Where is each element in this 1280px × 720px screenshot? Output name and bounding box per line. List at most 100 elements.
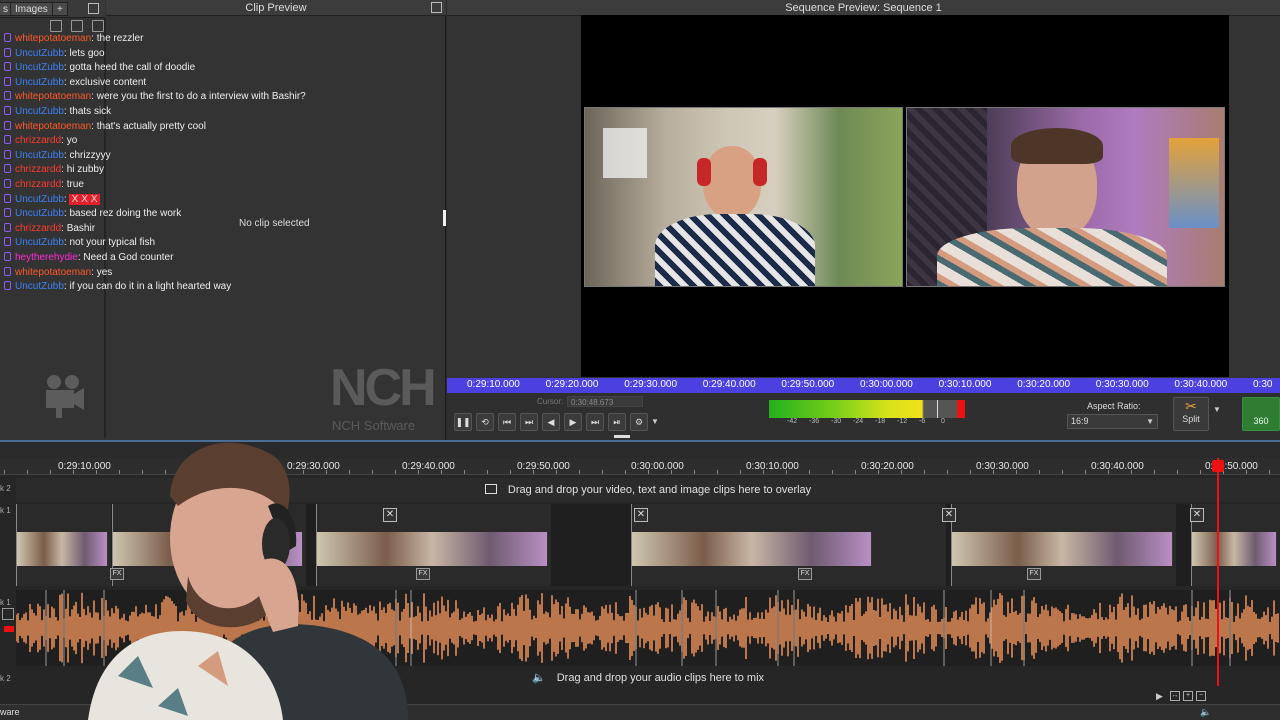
split-button[interactable]: ✂ Split [1173, 397, 1209, 431]
chat-username: UncutZubb [15, 149, 64, 161]
video-feed-right [906, 107, 1225, 287]
volume-icon[interactable]: 🔈 [1200, 707, 1211, 718]
skip-start-button[interactable]: ⏮ [498, 413, 516, 431]
chat-message: gotta heed the call of doodie [69, 62, 196, 74]
ruler-handle[interactable] [614, 435, 630, 438]
ruler-time-label: 0:30:20.000 [1017, 379, 1071, 390]
video-clip[interactable] [951, 504, 1176, 586]
fx-icon[interactable]: FX [798, 568, 812, 580]
chat-message: Need a God counter [83, 251, 174, 263]
chat-message: Bashir [66, 222, 96, 234]
meter-tick-label: 0 [941, 418, 945, 425]
video-clip[interactable] [1191, 504, 1280, 586]
ruler-time-label: 0:30:40.000 [1174, 379, 1228, 390]
loop-button[interactable]: ⟲ [476, 413, 494, 431]
ruler-tick [947, 470, 948, 474]
sequence-ruler[interactable]: 0:29:10.000 0:29:20.000 0:29:30.000 0:29:40… [447, 378, 1280, 393]
chat-username: UncutZubb [15, 193, 64, 205]
prev-frame-button[interactable]: ◀ [542, 413, 560, 431]
fit-icon[interactable]: ↔ [1170, 691, 1180, 701]
subscriber-badge-icon [4, 222, 11, 232]
video-360-button[interactable]: 360 [1242, 397, 1280, 431]
subscriber-badge-icon [4, 76, 11, 86]
play-button[interactable]: ▶ [564, 413, 582, 431]
ruler-tick [602, 470, 603, 474]
video-preview[interactable] [581, 15, 1229, 377]
cursor-time-field[interactable]: 0:30:48.673 [567, 396, 643, 407]
chat-message: based rez doing the work [69, 208, 182, 220]
timeline-time-label: 0:30:00.000 [631, 461, 684, 472]
meter-tick-label: -24 [853, 418, 864, 425]
ruler-tick [717, 470, 718, 474]
transition-icon[interactable]: ✕ [942, 508, 956, 522]
ruler-tick [464, 470, 465, 474]
speed-button[interactable]: ⚙ [630, 413, 648, 431]
scroll-right-icon[interactable]: ▶ [1156, 691, 1163, 702]
fx-icon[interactable]: FX [416, 568, 430, 580]
tab-images[interactable]: Images [10, 2, 53, 16]
person-left-head [703, 146, 761, 218]
ruler-tick [1085, 470, 1086, 474]
list-view-icon[interactable] [92, 20, 105, 32]
chat-username: UncutZubb [15, 105, 64, 117]
next-frame-button[interactable]: ⏯ [608, 413, 626, 431]
track-label: k 2 [0, 484, 11, 493]
chat-message: yes [96, 266, 113, 278]
ruler-tick [4, 470, 5, 474]
chat-line: whitepotatoeman: that's actually pretty … [4, 120, 444, 135]
ruler-tick [1246, 470, 1247, 474]
chat-username: UncutZubb [15, 237, 64, 249]
step-back-button[interactable]: ⏭ [520, 413, 538, 431]
skip-end-button[interactable]: ⏭ [586, 413, 604, 431]
split-label: Split [1182, 414, 1200, 424]
chat-line: UncutZubb: not your typical fish [4, 236, 444, 251]
ruler-tick [924, 470, 925, 474]
ruler-tick [27, 470, 28, 474]
pin-icon[interactable] [88, 3, 99, 14]
zoom-in-icon[interactable]: + [1183, 691, 1193, 701]
folder-icon[interactable] [71, 20, 84, 32]
timeline-time-label: 0:30:40.000 [1091, 461, 1144, 472]
ruler-tick [901, 470, 902, 474]
transition-icon[interactable]: ✕ [634, 508, 648, 522]
chat-message: were you the first to do a interview wit… [96, 91, 306, 103]
no-clip-message: No clip selected [239, 218, 310, 229]
clip-preview-label: Clip Preview [245, 2, 307, 14]
streamer-figure [88, 442, 408, 720]
meter-marker [937, 400, 938, 418]
ruler-tick [533, 470, 534, 474]
subscriber-badge-icon [4, 135, 11, 145]
nch-logo: NCH NCH Software [330, 360, 438, 436]
zoom-out-icon[interactable]: − [1196, 691, 1206, 701]
playhead[interactable] [1217, 458, 1219, 686]
speed-dropdown-icon[interactable]: ▼ [651, 417, 659, 426]
ruler-tick [832, 470, 833, 474]
pause-button[interactable]: ❚❚ [454, 413, 472, 431]
track-checkbox[interactable] [2, 608, 14, 620]
ruler-tick [1016, 470, 1017, 474]
track-label: k 1 [0, 506, 11, 515]
ruler-tick [579, 470, 580, 474]
meter-tick-label: -6 [919, 418, 926, 425]
split-dropdown-icon[interactable]: ▼ [1211, 405, 1223, 425]
ruler-tick [809, 470, 810, 474]
timeline-time-label: 0:30:10.000 [746, 461, 799, 472]
streamer-webcam [78, 426, 408, 720]
playhead-handle[interactable] [1212, 460, 1224, 472]
video-clip[interactable] [631, 504, 946, 586]
delete-icon[interactable] [50, 20, 62, 32]
status-text: ware [0, 707, 20, 717]
undock-icon[interactable] [431, 2, 442, 13]
fx-icon[interactable]: FX [1027, 568, 1041, 580]
ruler-tick [878, 470, 879, 474]
track-label: k 1 [0, 598, 11, 607]
timeline-time-label: 0:30:20.000 [861, 461, 914, 472]
transition-icon[interactable]: ✕ [1190, 508, 1204, 522]
resize-handle[interactable] [443, 210, 446, 226]
subscriber-badge-icon [4, 266, 11, 276]
mute-icon[interactable] [4, 626, 14, 632]
ruler-tick [694, 470, 695, 474]
tab-add-button[interactable]: + [52, 2, 68, 16]
aspect-ratio-select[interactable]: 16:9 ▼ [1067, 414, 1158, 429]
audio-level-meter [769, 400, 965, 418]
